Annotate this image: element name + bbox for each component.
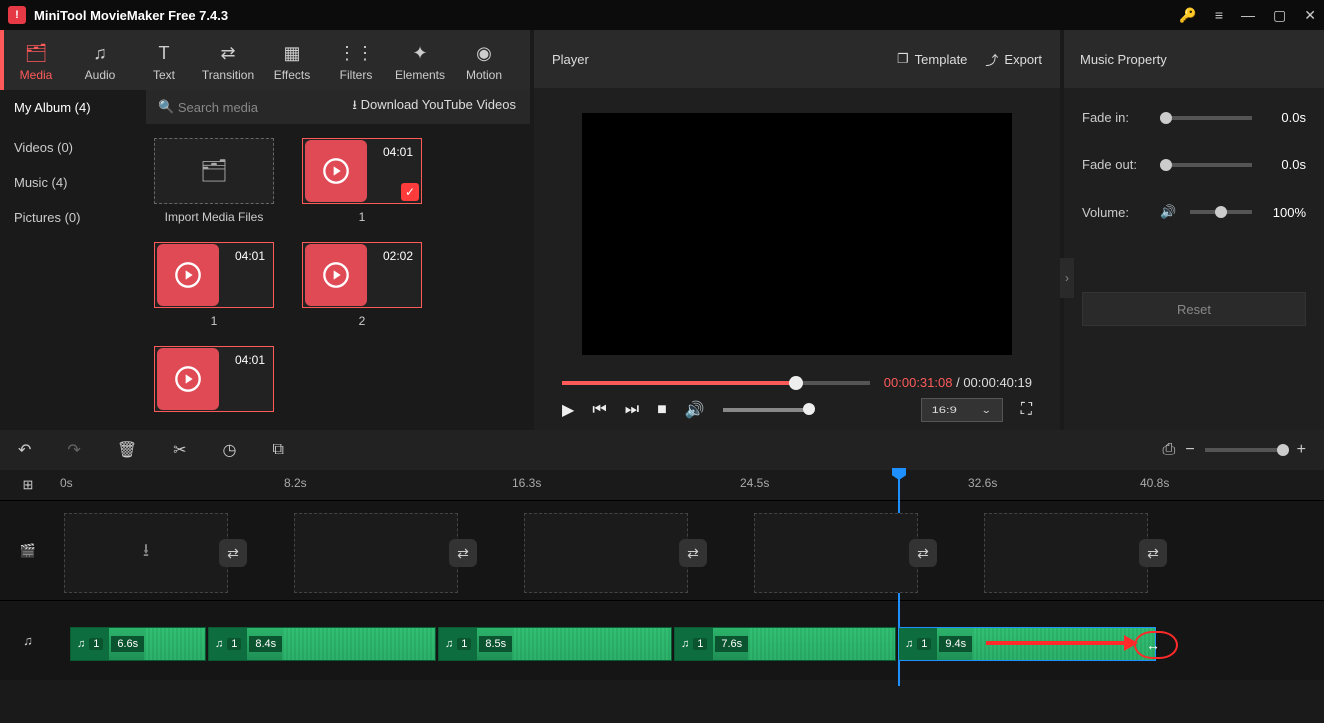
import-media-button[interactable]: 🗂 bbox=[154, 138, 274, 204]
volume-icon[interactable]: 🔊 bbox=[685, 400, 705, 420]
key-icon[interactable]: 🔑 bbox=[1179, 7, 1196, 24]
audio-track-icon: ♫ bbox=[0, 601, 56, 680]
audio-clip[interactable]: ♫18.5s bbox=[438, 627, 672, 661]
video-slot[interactable]: ⇄ bbox=[754, 513, 918, 593]
time-display: 00:00:31:08 / 00:00:40:19 bbox=[884, 375, 1032, 390]
fadein-value: 0.0s bbox=[1262, 110, 1306, 125]
speed-button[interactable]: ◷ bbox=[223, 440, 237, 460]
sidebar-item-album[interactable]: My Album (4) bbox=[0, 90, 146, 124]
tab-elements[interactable]: ✦Elements bbox=[388, 39, 452, 82]
next-button[interactable]: ⏭ bbox=[625, 401, 639, 419]
tab-motion[interactable]: ◉Motion bbox=[452, 39, 516, 82]
template-button[interactable]: ❐Template bbox=[897, 51, 967, 67]
template-icon: ❐ bbox=[897, 51, 909, 67]
sidebar-item-music[interactable]: Music (4) bbox=[0, 165, 146, 200]
maximize-button[interactable]: ▢ bbox=[1273, 7, 1286, 24]
transition-icon[interactable]: ⇄ bbox=[1139, 539, 1167, 567]
app-logo: ! bbox=[8, 6, 26, 24]
tab-text[interactable]: TText bbox=[132, 39, 196, 82]
fadeout-label: Fade out: bbox=[1082, 157, 1150, 172]
play-button[interactable]: ▶ bbox=[562, 400, 574, 420]
aspect-ratio-select[interactable]: 16:9⌄ bbox=[921, 398, 1003, 422]
media-item-2[interactable]: 04:01 bbox=[154, 242, 274, 308]
time-ruler[interactable]: 0s 8.2s 16.3s 24.5s 32.6s 40.8s bbox=[56, 470, 1324, 500]
transition-icon[interactable]: ⇄ bbox=[909, 539, 937, 567]
video-track[interactable]: ⭳⇄ ⇄ ⇄ ⇄ ⇄ bbox=[56, 501, 1324, 600]
fadeout-slider[interactable] bbox=[1160, 163, 1252, 167]
video-slot[interactable]: ⭳⇄ bbox=[64, 513, 228, 593]
transition-icon[interactable]: ⇄ bbox=[679, 539, 707, 567]
video-slot[interactable]: ⇄ bbox=[294, 513, 458, 593]
volume-slider[interactable] bbox=[723, 408, 813, 412]
player-title: Player bbox=[552, 52, 879, 67]
transition-icon[interactable]: ⇄ bbox=[449, 539, 477, 567]
prev-button[interactable]: ⏮ bbox=[592, 401, 606, 419]
redo-button[interactable]: ↷ bbox=[67, 440, 80, 460]
volume-value: 100% bbox=[1262, 205, 1306, 220]
minimize-button[interactable]: — bbox=[1241, 7, 1255, 23]
volume-prop-icon: 🔊 bbox=[1160, 204, 1176, 220]
sidebar-item-videos[interactable]: Videos (0) bbox=[0, 130, 146, 165]
video-slot[interactable]: ⇄ bbox=[524, 513, 688, 593]
fullscreen-button[interactable]: ⛶ bbox=[1021, 401, 1032, 419]
tab-effects[interactable]: ▦Effects bbox=[260, 39, 324, 82]
tab-filters[interactable]: ⋮⋮Filters bbox=[324, 39, 388, 82]
add-track-button[interactable]: ⊞ bbox=[0, 470, 56, 500]
search-input[interactable]: 🔍 Search media bbox=[146, 99, 352, 115]
property-title: Music Property bbox=[1064, 30, 1324, 88]
zoom-in-button[interactable]: + bbox=[1297, 441, 1306, 459]
fadein-label: Fade in: bbox=[1082, 110, 1150, 125]
media-item-3[interactable]: 02:02 bbox=[302, 242, 422, 308]
title-bar: ! MiniTool MovieMaker Free 7.4.3 🔑 ≡ — ▢… bbox=[0, 0, 1324, 30]
media-item-1[interactable]: 04:01 ✓ bbox=[302, 138, 422, 204]
media-sidebar: Videos (0) Music (4) Pictures (0) bbox=[0, 124, 146, 430]
tab-media[interactable]: 🗂Media bbox=[4, 39, 68, 82]
undo-button[interactable]: ↶ bbox=[18, 440, 31, 460]
tab-transition[interactable]: ⇄Transition bbox=[196, 39, 260, 82]
audio-clip[interactable]: ♫16.6s bbox=[70, 627, 206, 661]
video-track-icon: 🎬 bbox=[0, 501, 56, 600]
menu-icon[interactable]: ≡ bbox=[1215, 7, 1223, 23]
export-icon: ⤴ bbox=[985, 50, 998, 69]
tab-audio[interactable]: ♫Audio bbox=[68, 39, 132, 82]
export-button[interactable]: ⤴Export bbox=[985, 50, 1042, 69]
fadein-slider[interactable] bbox=[1160, 116, 1252, 120]
app-title: MiniTool MovieMaker Free 7.4.3 bbox=[34, 8, 1179, 23]
zoom-out-button[interactable]: − bbox=[1185, 441, 1194, 459]
close-button[interactable]: ✕ bbox=[1304, 7, 1316, 24]
panel-toggle[interactable]: › bbox=[1060, 258, 1074, 298]
annotation-arrow bbox=[986, 641, 1136, 645]
media-item-4[interactable]: 04:01 bbox=[154, 346, 274, 412]
preview-screen bbox=[582, 113, 1012, 355]
download-youtube-button[interactable]: Download YouTube Videos bbox=[352, 96, 530, 118]
audio-clip[interactable]: ♫17.6s bbox=[674, 627, 896, 661]
zoom-slider[interactable] bbox=[1205, 448, 1287, 452]
crop-button[interactable]: ⧉ bbox=[273, 441, 284, 459]
stop-button[interactable]: ■ bbox=[657, 401, 667, 419]
check-icon: ✓ bbox=[401, 183, 419, 201]
timeline-toolbar: ↶ ↷ 🗑 ✂ ◷ ⧉ ⎙ − + bbox=[0, 430, 1324, 470]
progress-bar[interactable] bbox=[562, 381, 870, 385]
transition-icon[interactable]: ⇄ bbox=[219, 539, 247, 567]
main-toolbar: 🗂Media ♫Audio TText ⇄Transition ▦Effects… bbox=[0, 30, 530, 90]
import-label: Import Media Files bbox=[154, 210, 274, 224]
sidebar-item-pictures[interactable]: Pictures (0) bbox=[0, 200, 146, 235]
fit-icon[interactable]: ⎙ bbox=[1163, 441, 1176, 459]
reset-button[interactable]: Reset bbox=[1082, 292, 1306, 326]
media-grid: 🗂 Import Media Files 04:01 ✓ 1 04:01 bbox=[146, 124, 530, 430]
audio-track[interactable]: ♫16.6s ♫18.4s ♫18.5s ♫17.6s ♫19.4s ↔ bbox=[56, 601, 1324, 680]
video-slot[interactable]: ⇄ bbox=[984, 513, 1148, 593]
split-button[interactable]: ✂ bbox=[173, 440, 186, 460]
resize-handle-icon[interactable]: ↔ bbox=[1146, 637, 1160, 653]
fadeout-value: 0.0s bbox=[1262, 157, 1306, 172]
delete-button[interactable]: 🗑 bbox=[117, 440, 137, 460]
audio-clip[interactable]: ♫18.4s bbox=[208, 627, 436, 661]
volume-label: Volume: bbox=[1082, 205, 1150, 220]
volume-prop-slider[interactable] bbox=[1190, 210, 1252, 214]
